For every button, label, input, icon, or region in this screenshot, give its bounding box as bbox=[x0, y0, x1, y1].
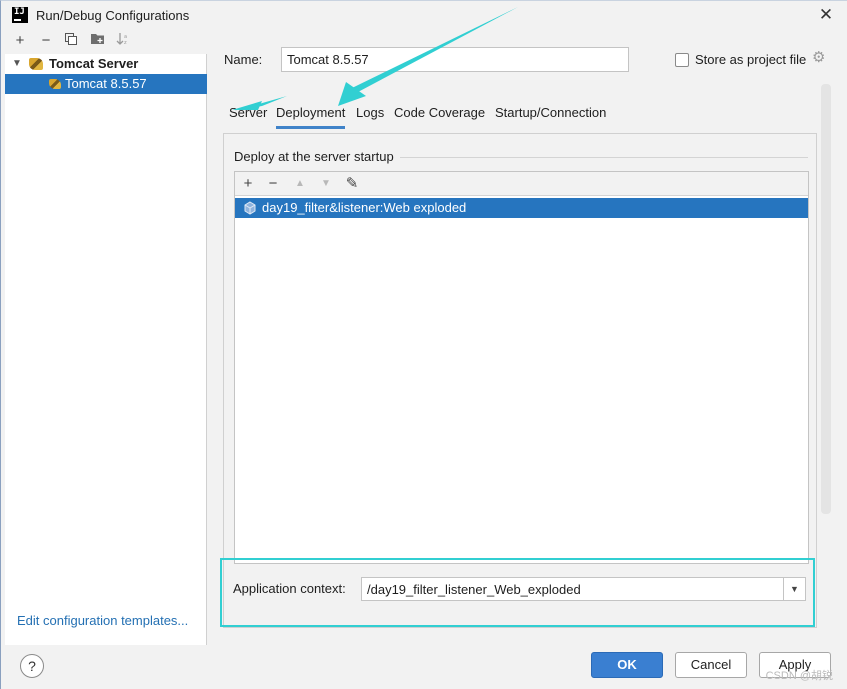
close-icon[interactable]: ✕ bbox=[815, 4, 837, 26]
tree-item-tomcat-server[interactable]: ▼ Tomcat Server bbox=[5, 54, 207, 74]
artifact-list: + − ▲ ▼ ✎ day19_filter&listener:Web expl… bbox=[234, 171, 809, 564]
run-debug-dialog: IJ Run/Debug Configurations ✕ + − az ▼ T… bbox=[0, 0, 847, 689]
annotation-highlight-box bbox=[220, 558, 815, 627]
tomcat-icon bbox=[49, 79, 61, 89]
watermark: CSDN @胡锐 bbox=[765, 670, 833, 682]
copy-config-button[interactable] bbox=[62, 32, 80, 50]
configuration-details: Name: Tomcat 8.5.57 Store as project fil… bbox=[208, 29, 847, 645]
cancel-button[interactable]: Cancel bbox=[675, 652, 747, 678]
list-item[interactable]: day19_filter&listener:Web exploded bbox=[235, 198, 808, 218]
dialog-button-bar: ? OK Cancel Apply CSDN @胡锐 bbox=[1, 645, 847, 689]
tree-item-label: Tomcat 8.5.57 bbox=[65, 76, 147, 91]
store-as-project-checkbox[interactable] bbox=[675, 53, 689, 67]
move-up-button[interactable]: ▲ bbox=[290, 174, 310, 194]
name-label: Name: bbox=[224, 52, 263, 67]
tree-item-label: Tomcat Server bbox=[49, 56, 139, 71]
svg-text:z: z bbox=[124, 40, 127, 46]
tab-startup-connection[interactable]: Startup/Connection bbox=[495, 103, 606, 129]
move-down-button[interactable]: ▼ bbox=[316, 174, 336, 194]
remove-config-button[interactable]: − bbox=[37, 32, 55, 50]
configuration-sidebar: + − az ▼ Tomcat Server Tomcat 8.5.57 Edi… bbox=[5, 29, 207, 645]
name-input[interactable]: Tomcat 8.5.57 bbox=[281, 47, 629, 72]
tab-server[interactable]: Server bbox=[229, 103, 267, 129]
window-title: Run/Debug Configurations bbox=[36, 8, 190, 23]
artifact-icon bbox=[244, 201, 256, 215]
store-as-project-label[interactable]: Store as project file bbox=[695, 52, 806, 67]
sort-icon[interactable]: az bbox=[114, 32, 132, 50]
tree-item-tomcat-8-5-57[interactable]: Tomcat 8.5.57 bbox=[5, 74, 207, 94]
add-config-button[interactable]: + bbox=[11, 32, 29, 50]
tab-deployment[interactable]: Deployment bbox=[276, 103, 346, 129]
artifact-toolbar: + − ▲ ▼ ✎ bbox=[235, 172, 808, 196]
section-title: Deploy at the server startup bbox=[234, 149, 400, 164]
help-button[interactable]: ? bbox=[20, 654, 44, 678]
title-bar: IJ Run/Debug Configurations ✕ bbox=[1, 1, 847, 29]
folder-icon[interactable] bbox=[88, 32, 106, 50]
intellij-icon: IJ bbox=[12, 7, 28, 23]
gear-icon[interactable]: ⚙ bbox=[812, 50, 828, 66]
vertical-scrollbar[interactable] bbox=[821, 84, 831, 514]
chevron-down-icon[interactable]: ▼ bbox=[12, 54, 22, 74]
config-tree: ▼ Tomcat Server Tomcat 8.5.57 bbox=[5, 54, 207, 94]
remove-artifact-button[interactable]: − bbox=[263, 174, 283, 194]
tab-logs[interactable]: Logs bbox=[356, 103, 384, 129]
add-artifact-button[interactable]: + bbox=[238, 174, 258, 194]
tomcat-icon bbox=[29, 58, 43, 70]
edit-templates-link[interactable]: Edit configuration templates... bbox=[17, 613, 188, 628]
sidebar-toolbar: + − az bbox=[5, 29, 207, 54]
tab-code-coverage[interactable]: Code Coverage bbox=[394, 103, 485, 129]
edit-artifact-button[interactable]: ✎ bbox=[342, 174, 362, 194]
artifact-label: day19_filter&listener:Web exploded bbox=[262, 200, 467, 215]
deployment-panel: Deploy at the server startup + − ▲ ▼ ✎ d… bbox=[223, 133, 817, 628]
ok-button[interactable]: OK bbox=[591, 652, 663, 678]
